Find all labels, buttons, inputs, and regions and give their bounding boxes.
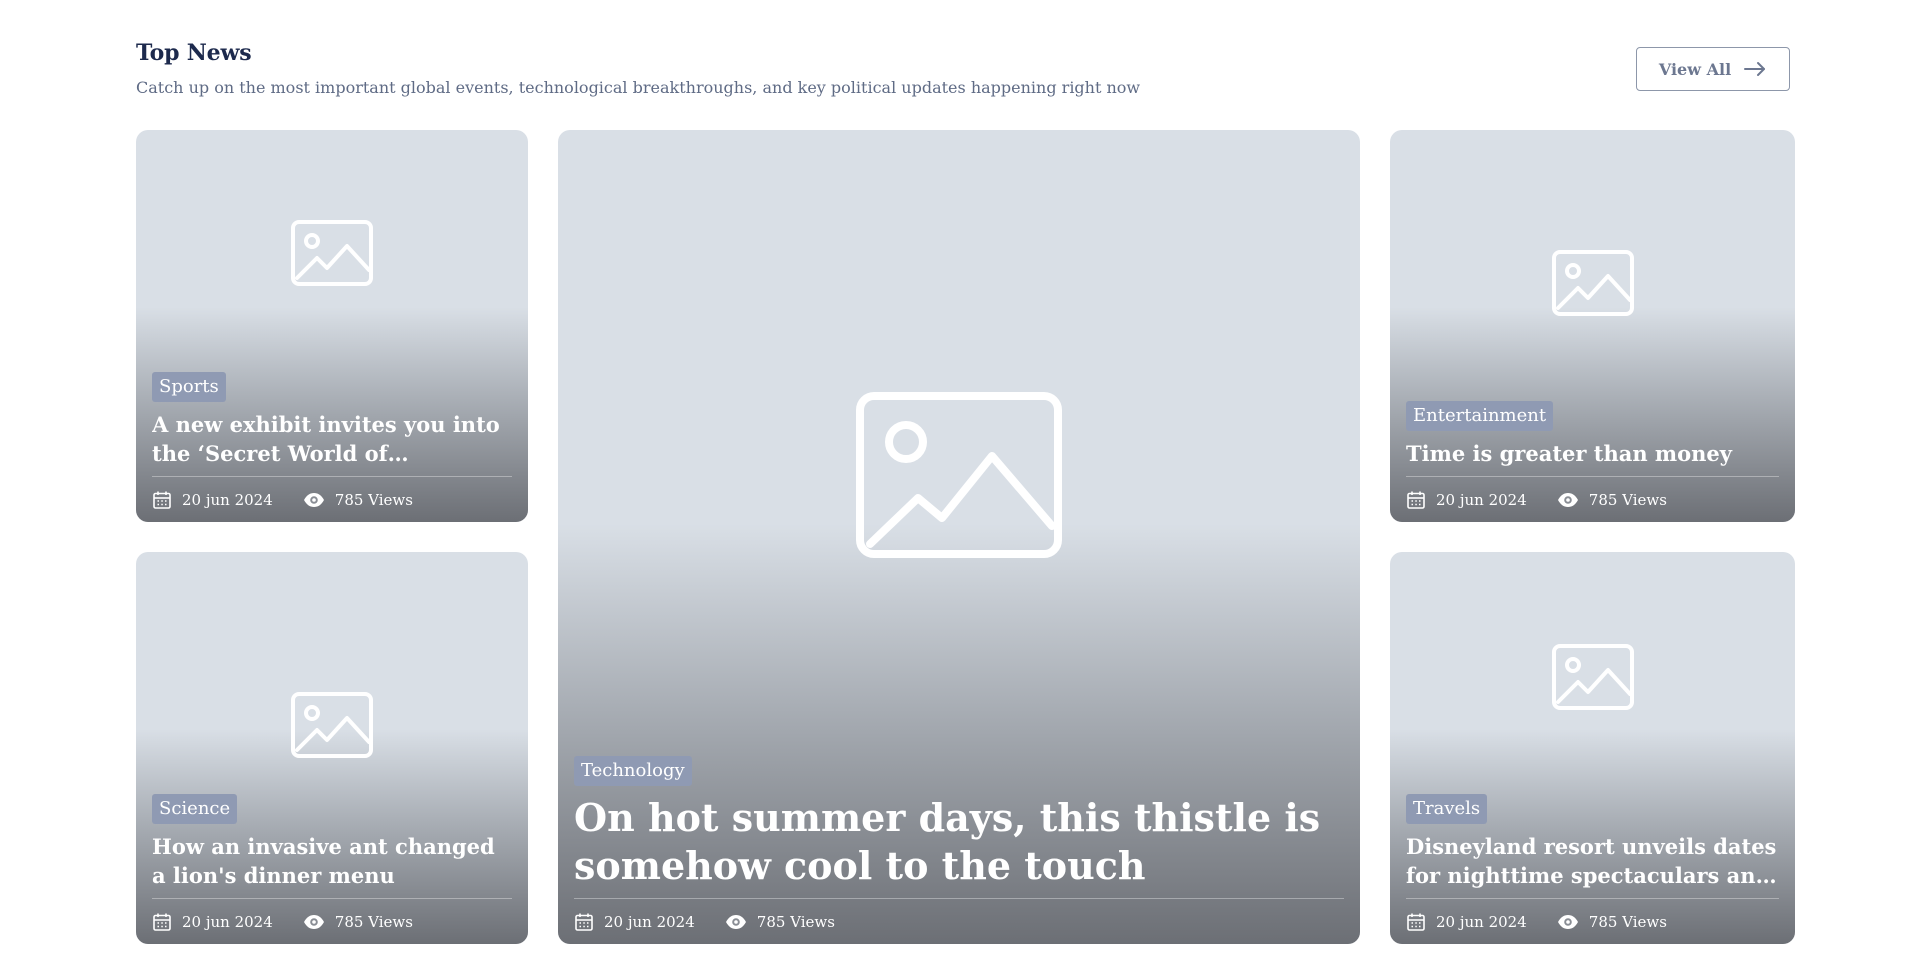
card-content: Technology On hot summer days, this this… [574, 756, 1344, 944]
view-all-button[interactable]: View All [1636, 47, 1790, 91]
news-card-technology[interactable]: Technology On hot summer days, this this… [558, 130, 1360, 944]
card-title[interactable]: How an invasive ant changed a lion's din… [152, 832, 512, 890]
card-content: Entertainment Time is greater than money… [1406, 401, 1779, 522]
card-date: 20 jun 2024 [604, 912, 695, 931]
card-content: Science How an invasive ant changed a li… [152, 794, 512, 944]
section-title: Top News [136, 40, 252, 66]
category-badge[interactable]: Sports [152, 372, 226, 402]
view-all-label: View All [1658, 59, 1732, 79]
category-badge[interactable]: Technology [574, 756, 692, 786]
news-card-science[interactable]: Science How an invasive ant changed a li… [136, 552, 528, 944]
news-card-travels[interactable]: Travels Disneyland resort unveils dates … [1390, 552, 1795, 944]
image-placeholder-icon [291, 692, 373, 762]
eye-icon [725, 914, 747, 930]
card-title[interactable]: On hot summer days, this thistle is some… [574, 794, 1344, 890]
calendar-icon [1406, 490, 1426, 510]
card-views: 785 Views [334, 912, 413, 931]
card-views: 785 Views [334, 490, 413, 509]
calendar-icon [574, 912, 594, 932]
image-placeholder-icon [291, 220, 373, 290]
image-placeholder-icon [1551, 250, 1634, 320]
calendar-icon [152, 490, 172, 510]
card-date: 20 jun 2024 [1436, 490, 1527, 509]
section-subtitle: Catch up on the most important global ev… [136, 78, 1141, 97]
card-meta: 20 jun 2024 785 Views [152, 476, 512, 522]
section-header: Top News Catch up on the most important … [136, 40, 1790, 100]
calendar-icon [152, 912, 172, 932]
eye-icon [1557, 492, 1579, 508]
eye-icon [303, 492, 325, 508]
calendar-icon [1406, 912, 1426, 932]
card-title[interactable]: A new exhibit invites you into the ‘Secr… [152, 410, 512, 468]
eye-icon [1557, 914, 1579, 930]
card-date: 20 jun 2024 [1436, 912, 1527, 931]
category-badge[interactable]: Science [152, 794, 238, 824]
eye-icon [303, 914, 325, 930]
card-date: 20 jun 2024 [182, 490, 273, 509]
card-date: 20 jun 2024 [182, 912, 273, 931]
card-views: 785 Views [756, 912, 835, 931]
card-meta: 20 jun 2024 785 Views [152, 898, 512, 944]
arrow-right-icon [1743, 61, 1767, 77]
card-content: Travels Disneyland resort unveils dates … [1406, 794, 1779, 944]
card-views: 785 Views [1588, 912, 1667, 931]
card-meta: 20 jun 2024 785 Views [1406, 476, 1779, 522]
card-views: 785 Views [1588, 490, 1667, 509]
card-title[interactable]: Disneyland resort unveils dates for nigh… [1406, 832, 1779, 890]
card-title[interactable]: Time is greater than money [1406, 439, 1779, 468]
card-meta: 20 jun 2024 785 Views [574, 898, 1344, 944]
card-content: Sports A new exhibit invites you into th… [152, 372, 512, 522]
category-badge[interactable]: Entertainment [1406, 401, 1554, 431]
news-card-entertainment[interactable]: Entertainment Time is greater than money… [1390, 130, 1795, 522]
news-card-sports[interactable]: Sports A new exhibit invites you into th… [136, 130, 528, 522]
category-badge[interactable]: Travels [1406, 794, 1488, 824]
card-meta: 20 jun 2024 785 Views [1406, 898, 1779, 944]
image-placeholder-icon [856, 392, 1062, 562]
image-placeholder-icon [1551, 644, 1634, 714]
